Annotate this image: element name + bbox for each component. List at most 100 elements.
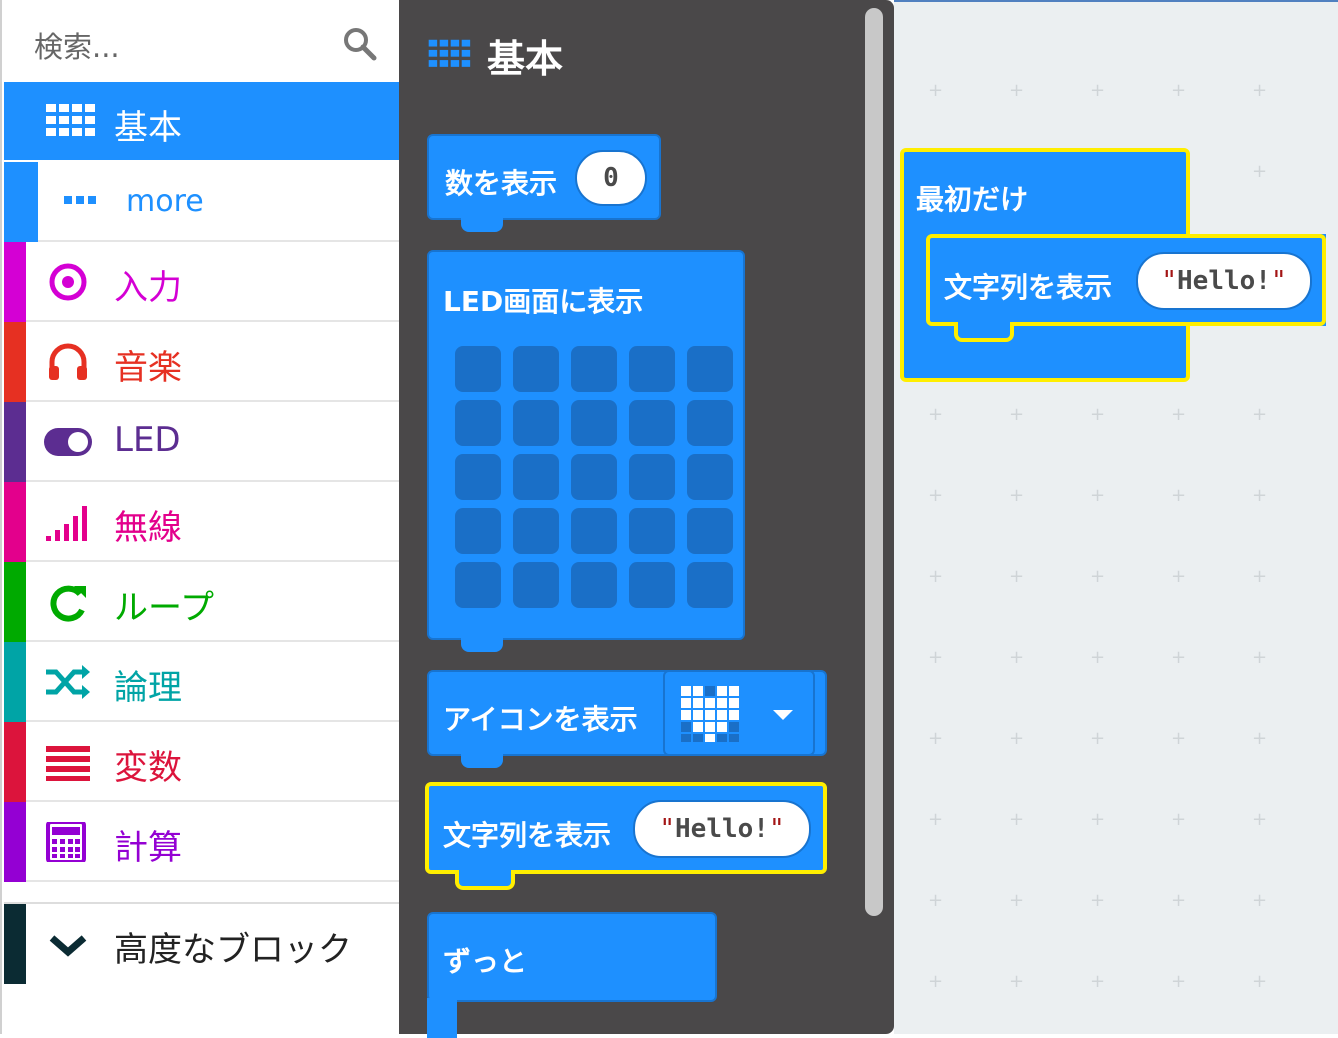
grid-plus-mark: + — [1171, 404, 1187, 425]
grid-plus-mark: + — [1009, 971, 1025, 992]
grid-plus-mark: + — [1252, 809, 1268, 830]
category-advanced[interactable]: 高度なブロック — [4, 902, 400, 984]
category-loops[interactable]: ループ — [4, 562, 400, 642]
grid-plus-mark: + — [928, 647, 944, 668]
workspace[interactable]: + + + + + + + + + + + + + + + + + + + + + + + + + + + + + + + + + + + + + + + +… — [894, 0, 1338, 1034]
category-radio[interactable]: 無線 — [4, 482, 400, 562]
show-string-block[interactable]: 文字列を表示 "Hello!" — [926, 234, 1326, 326]
led-cell[interactable] — [571, 454, 617, 500]
icon-dropdown[interactable] — [663, 670, 815, 756]
led-cell[interactable] — [687, 346, 733, 392]
led-cell[interactable] — [629, 562, 675, 608]
category-variables[interactable]: 変数 — [4, 722, 400, 802]
number-input[interactable]: 0 — [575, 150, 647, 206]
headphones-icon — [49, 343, 87, 380]
grid-icon — [46, 104, 95, 136]
grid-plus-mark: + — [928, 485, 944, 506]
forever-block-arm — [427, 998, 457, 1038]
category-math[interactable]: 計算 — [4, 802, 400, 882]
grid-plus-mark: + — [1009, 728, 1025, 749]
category-input[interactable]: 入力 — [4, 242, 400, 322]
grid-plus-mark: + — [1009, 809, 1025, 830]
grid-plus-mark: + — [1171, 485, 1187, 506]
grid-plus-mark: + — [1090, 566, 1106, 587]
grid-plus-mark: + — [928, 809, 944, 830]
category-color-bar — [4, 722, 26, 802]
category-more[interactable]: more — [4, 162, 400, 242]
category-toolbox: 検索... 基本 more 入力 音楽 LED 無線 ループ 論理 変数 計算 … — [0, 0, 400, 1034]
led-cell[interactable] — [455, 400, 501, 446]
category-color-bar — [4, 402, 26, 482]
grid-plus-mark: + — [1171, 80, 1187, 101]
dropdown-arrow-icon — [773, 710, 793, 720]
grid-icon — [428, 39, 471, 67]
category-color-bar — [4, 904, 26, 984]
led-cell[interactable] — [629, 400, 675, 446]
grid-plus-mark: + — [928, 728, 944, 749]
search-icon[interactable] — [342, 26, 378, 62]
led-cell[interactable] — [629, 346, 675, 392]
grid-plus-mark: + — [1252, 161, 1268, 182]
block-label: 文字列を表示 — [443, 819, 612, 852]
loop-icon — [50, 585, 86, 622]
category-label: 音楽 — [114, 348, 182, 388]
search-box[interactable]: 検索... — [4, 2, 400, 82]
show-number-block[interactable]: 数を表示 0 — [427, 134, 661, 220]
string-input[interactable]: "Hello!" — [633, 800, 811, 858]
led-cell[interactable] — [513, 454, 559, 500]
block-label: 文字列を表示 — [944, 271, 1113, 304]
led-cell[interactable] — [687, 508, 733, 554]
category-color-bar — [4, 802, 26, 882]
grid-plus-mark: + — [1252, 485, 1268, 506]
grid-plus-mark: + — [1009, 80, 1025, 101]
show-string-block[interactable]: 文字列を表示 "Hello!" — [425, 782, 827, 874]
grid-plus-mark: + — [928, 566, 944, 587]
string-input[interactable]: "Hello!" — [1136, 252, 1312, 310]
led-cell[interactable] — [687, 400, 733, 446]
flyout-scrollbar[interactable] — [865, 8, 883, 916]
category-led[interactable]: LED — [4, 402, 400, 482]
led-cell[interactable] — [455, 508, 501, 554]
grid-plus-mark: + — [1090, 890, 1106, 911]
grid-plus-mark: + — [1009, 890, 1025, 911]
led-cell[interactable] — [571, 400, 617, 446]
signal-icon — [46, 506, 87, 541]
grid-plus-mark: + — [1171, 809, 1187, 830]
show-icon-block[interactable]: アイコンを表示 — [427, 670, 827, 756]
grid-plus-mark: + — [1252, 971, 1268, 992]
led-cell[interactable] — [455, 346, 501, 392]
category-basic[interactable]: 基本 — [4, 82, 400, 160]
category-logic[interactable]: 論理 — [4, 642, 400, 722]
led-cell[interactable] — [687, 562, 733, 608]
category-label: 高度なブロック — [114, 930, 352, 970]
led-cell[interactable] — [513, 508, 559, 554]
grid-plus-mark: + — [1090, 728, 1106, 749]
grid-plus-mark: + — [1252, 566, 1268, 587]
block-label: 最初だけ — [916, 183, 1029, 216]
led-cell[interactable] — [571, 346, 617, 392]
led-cell[interactable] — [455, 562, 501, 608]
led-cell[interactable] — [513, 400, 559, 446]
category-label: 変数 — [114, 748, 182, 788]
led-cell[interactable] — [571, 562, 617, 608]
block-notch — [954, 322, 1014, 342]
led-cell[interactable] — [455, 454, 501, 500]
grid-plus-mark: + — [1171, 971, 1187, 992]
grid-plus-mark: + — [1009, 485, 1025, 506]
led-cell[interactable] — [687, 454, 733, 500]
category-music[interactable]: 音楽 — [4, 322, 400, 402]
grid-plus-mark: + — [1090, 80, 1106, 101]
show-leds-block[interactable]: LED画面に表示 — [427, 250, 745, 640]
led-cell[interactable] — [629, 508, 675, 554]
block-label: 数を表示 — [445, 167, 558, 200]
block-notch — [455, 870, 515, 890]
search-input[interactable]: 検索... — [34, 24, 120, 66]
grid-plus-mark: + — [1252, 404, 1268, 425]
led-cell[interactable] — [571, 508, 617, 554]
led-cell[interactable] — [513, 346, 559, 392]
grid-plus-mark: + — [1252, 647, 1268, 668]
category-color-bar — [4, 322, 26, 402]
forever-block[interactable]: ずっと — [427, 912, 717, 1002]
led-cell[interactable] — [513, 562, 559, 608]
led-cell[interactable] — [629, 454, 675, 500]
